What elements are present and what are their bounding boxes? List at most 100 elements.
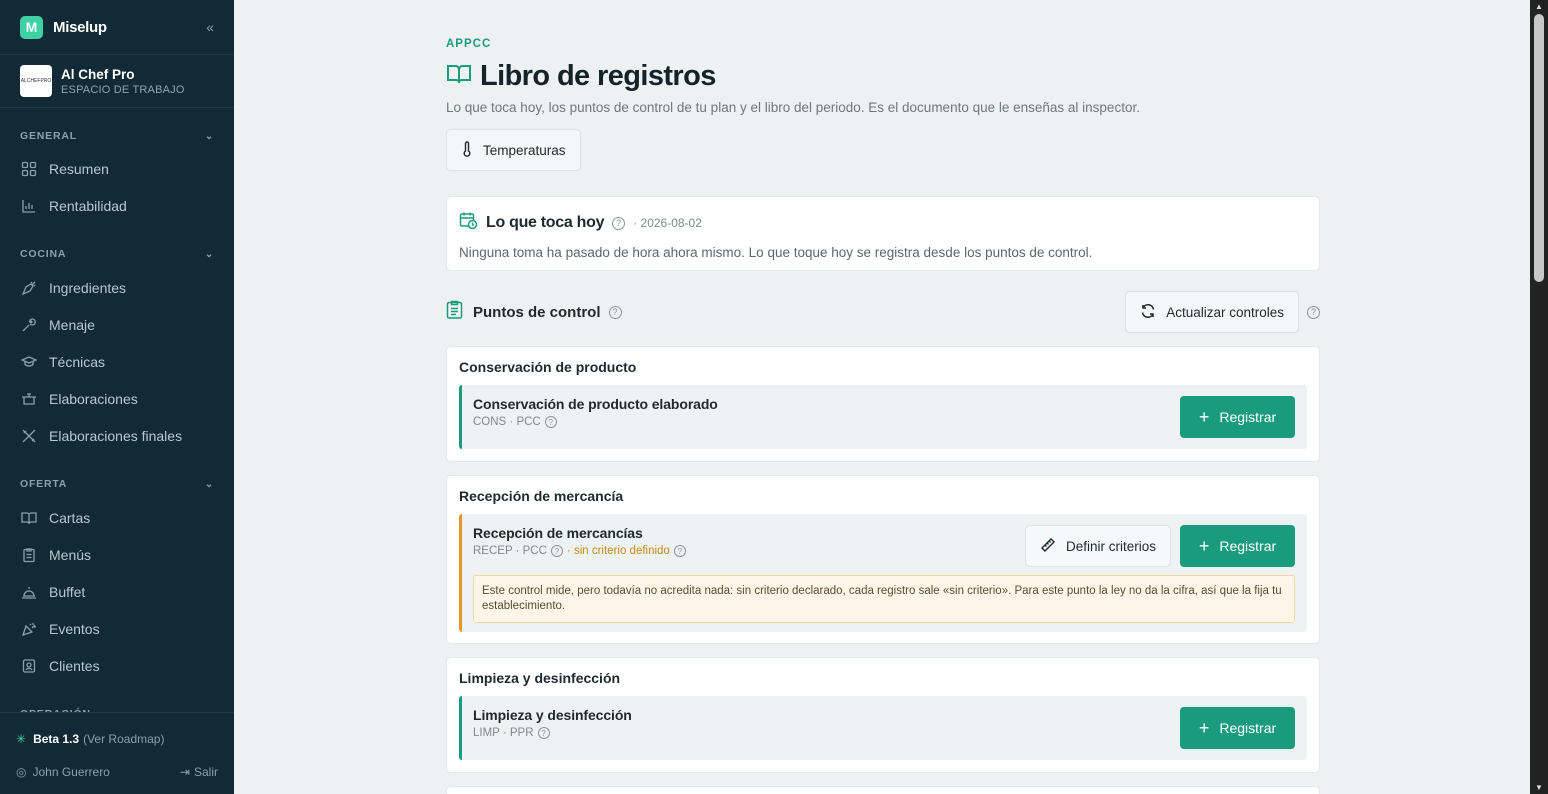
- ruler-icon: [1040, 537, 1056, 556]
- chevron-down-icon: ⌄: [204, 478, 214, 490]
- sidebar-item-tecnicas[interactable]: Técnicas: [0, 343, 234, 380]
- collapse-sidebar-button[interactable]: «: [206, 19, 214, 35]
- sidebar-item-buffet[interactable]: Buffet: [0, 573, 234, 610]
- scrollbar-thumb[interactable]: [1534, 14, 1544, 282]
- sidebar-item-elaboraciones[interactable]: Elaboraciones: [0, 380, 234, 417]
- control-item: Conservación de producto elaborado CONS …: [459, 385, 1307, 449]
- sidebar-item-label: Eventos: [49, 620, 100, 637]
- register-label: Registrar: [1219, 720, 1277, 736]
- control-group: Limpieza y desinfección Limpieza y desin…: [446, 657, 1320, 773]
- sidebar-item-eventos[interactable]: Eventos: [0, 610, 234, 647]
- workspace-switcher[interactable]: ALCHEFPRO Al Chef Pro ESPACIO DE TRABAJO: [0, 54, 234, 108]
- sidebar: M Miselup « ALCHEFPRO Al Chef Pro ESPACI…: [0, 0, 234, 794]
- user-name[interactable]: John Guerrero: [32, 765, 109, 779]
- sidebar-item-menaje[interactable]: Menaje: [0, 306, 234, 343]
- calendar-clock-icon: [459, 211, 478, 235]
- sidebar-item-cartas[interactable]: Cartas: [0, 499, 234, 536]
- no-criteria-label: · sin criterio definido: [566, 545, 670, 557]
- book-open-icon: [446, 62, 472, 91]
- update-controls-label: Actualizar controles: [1166, 304, 1284, 320]
- plus-icon: +: [1198, 406, 1210, 427]
- help-icon[interactable]: ?: [544, 416, 557, 428]
- help-icon[interactable]: ?: [673, 545, 686, 557]
- section-label: COCINA: [20, 248, 67, 260]
- book-open-icon: [20, 509, 38, 527]
- sidebar-item-menus[interactable]: Menús: [0, 536, 234, 573]
- section-general[interactable]: GENERAL ⌄: [0, 126, 234, 146]
- control-name: Limpieza y desinfección: [473, 707, 632, 723]
- group-title: Limpieza y desinfección: [459, 670, 621, 686]
- sidebar-item-label: Ingredientes: [49, 279, 127, 296]
- carrot-icon: [20, 279, 38, 297]
- graduation-cap-icon: [20, 353, 38, 371]
- tools-icon: [20, 316, 38, 334]
- control-group: Conservación de producto Conservación de…: [446, 346, 1320, 462]
- chevron-down-icon: ⌄: [204, 248, 214, 260]
- sidebar-item-rentabilidad[interactable]: Rentabilidad: [0, 187, 234, 224]
- help-icon[interactable]: ?: [1307, 305, 1320, 319]
- group-title: Conservación de producto: [459, 359, 637, 375]
- register-button[interactable]: + Registrar: [1180, 396, 1295, 438]
- sidebar-item-clientes[interactable]: Clientes: [0, 647, 234, 684]
- sidebar-item-ingredientes[interactable]: Ingredientes: [0, 269, 234, 306]
- sidebar-item-label: Técnicas: [49, 353, 106, 370]
- register-button[interactable]: + Registrar: [1180, 707, 1295, 749]
- chevron-down-icon: ⌄: [204, 130, 214, 142]
- register-button[interactable]: + Registrar: [1180, 525, 1295, 567]
- sidebar-item-label: Elaboraciones finales: [49, 427, 183, 444]
- version-label: Beta 1.3: [33, 732, 80, 746]
- temperatures-button[interactable]: Temperaturas: [446, 129, 581, 171]
- eyebrow: APPCC: [446, 38, 492, 50]
- control-item: Recepción de mercancías RECEP · PCC ? · …: [459, 514, 1307, 632]
- scrollbar[interactable]: ▲ ▼: [1530, 0, 1548, 794]
- update-controls-button[interactable]: Actualizar controles: [1125, 291, 1299, 333]
- user-row: ◎ John Guerrero ⇥ Salir: [0, 757, 234, 787]
- party-icon: [20, 620, 38, 638]
- control-points-title: Puntos de control: [473, 303, 601, 321]
- clipboard-list-icon: [446, 300, 463, 324]
- control-meta: CONS · PCC ?: [473, 416, 1295, 428]
- scroll-up-icon[interactable]: ▲: [1535, 2, 1543, 11]
- sidebar-item-label: Rentabilidad: [49, 197, 127, 214]
- plus-icon: +: [1198, 535, 1210, 556]
- logout-icon: ⇥: [179, 765, 190, 779]
- workspace-logo: ALCHEFPRO: [20, 65, 52, 97]
- pot-icon: [20, 390, 38, 408]
- help-icon[interactable]: ?: [608, 305, 622, 319]
- brand-logo[interactable]: M: [20, 15, 43, 39]
- sidebar-item-label: Buffet: [49, 583, 86, 600]
- version-badge[interactable]: ✳ Beta 1.3 (Ver Roadmap): [0, 721, 234, 757]
- sidebar-footer: ✳ Beta 1.3 (Ver Roadmap) ◎ John Guerrero…: [0, 712, 234, 794]
- help-icon[interactable]: ?: [537, 727, 550, 739]
- today-date: · 2026-08-02: [633, 216, 702, 230]
- control-group: Recepción de mercancía Recepción de merc…: [446, 475, 1320, 644]
- today-card: Lo que toca hoy ? · 2026-08-02 Ninguna t…: [446, 196, 1320, 271]
- cloche-icon: [20, 583, 38, 601]
- sidebar-item-elaboraciones-finales[interactable]: Elaboraciones finales: [0, 417, 234, 454]
- page-header: Libro de registros: [446, 60, 716, 93]
- sidebar-item-label: Cartas: [49, 509, 91, 526]
- control-meta: LIMP · PPR ?: [473, 727, 1295, 739]
- logout-button[interactable]: ⇥ Salir: [180, 765, 218, 779]
- brand-name[interactable]: Miselup: [53, 19, 107, 36]
- define-criteria-label: Definir criterios: [1065, 538, 1156, 554]
- section-oferta[interactable]: OFERTA ⌄: [0, 474, 234, 494]
- section-label: OFERTA: [20, 478, 68, 490]
- register-label: Registrar: [1219, 409, 1277, 425]
- sidebar-item-resumen[interactable]: Resumen: [0, 150, 234, 187]
- help-icon[interactable]: ?: [550, 545, 563, 557]
- roadmap-link[interactable]: (Ver Roadmap): [83, 732, 164, 746]
- user-icon: ◎: [16, 765, 27, 779]
- section-label: GENERAL: [20, 130, 77, 142]
- section-cocina[interactable]: COCINA ⌄: [0, 244, 234, 264]
- logout-label: Salir: [193, 765, 218, 779]
- grid-icon: [20, 160, 38, 178]
- control-code: LIMP · PPR: [473, 727, 534, 739]
- define-criteria-button[interactable]: Definir criterios: [1024, 525, 1171, 567]
- scroll-down-icon[interactable]: ▼: [1535, 783, 1543, 792]
- plus-icon: +: [1198, 717, 1210, 738]
- help-icon[interactable]: ?: [612, 216, 626, 230]
- control-code: RECEP · PCC: [473, 545, 547, 557]
- control-points-header: Puntos de control ? Actualizar controles…: [446, 291, 1320, 333]
- utensils-icon: [20, 427, 38, 445]
